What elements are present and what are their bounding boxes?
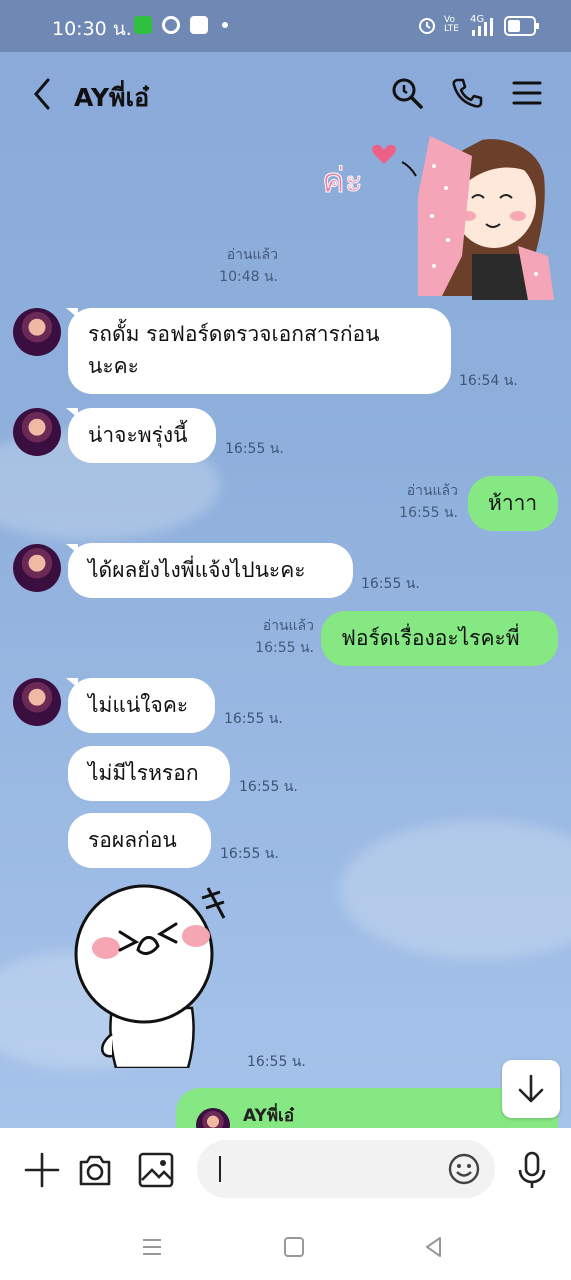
microphone-icon[interactable] [512,1150,552,1190]
sender-name: AYพี่เอ๋ [243,1106,295,1126]
arrow-down-icon [518,1074,544,1103]
camera-icon[interactable] [75,1150,115,1190]
message-bubble[interactable]: ไม่มีไรหรอก [68,746,230,801]
message-text: ฟอร์ดเรื่องอะไรคะพี่ [341,626,520,650]
message-time: 16:55 น. [255,640,314,656]
scroll-to-bottom-button[interactable] [502,1060,560,1118]
message-bubble[interactable]: รถดั้ม รอฟอร์ดตรวจเอกสารก่อน นะคะ [68,308,451,394]
message-time: 16:55 น. [225,441,284,457]
message-time: 16:55 น. [399,505,458,521]
search-icon[interactable] [390,76,424,110]
volte-label: Vo LTE [444,15,459,34]
plus-icon[interactable] [22,1150,62,1190]
message-time: 16:55 น. [247,1054,306,1070]
message-time: 16:55 น. [220,846,279,862]
contact-avatar[interactable] [13,544,61,592]
message-time: 16:54 น. [459,373,518,389]
message-bubble[interactable]: ได้ผลยังไงพี่แจ้งไปนะคะ [68,543,353,598]
signal-icon [472,18,493,36]
message-time: 10:48 น. [219,269,278,285]
line-notification-icon [134,16,152,34]
contact-avatar[interactable] [13,308,61,356]
menu-icon[interactable] [510,76,544,110]
laughing-sticker[interactable] [72,884,240,1068]
home-icon[interactable] [282,1235,306,1259]
read-receipt: อ่านแล้ว 16:55 น. [234,615,314,659]
message-text: นะคะ [88,354,139,378]
message-text: ไม่มีไรหรอก [88,761,199,785]
message-text: ไม่แน่ใจคะ [88,693,189,717]
message-bubble[interactable]: ฟอร์ดเรื่องอะไรคะพี่ [321,611,558,666]
chat-screen: 10:30 น. Vo LTE 4G AYพี่เอ๋ อ่านแล้ว 10:… [0,0,571,1280]
sticker-text: ค่ะ [322,161,363,201]
status-bar: 10:30 น. Vo LTE 4G [0,0,571,52]
message-bubble[interactable]: รอผลก่อน [68,813,211,868]
message-text: รอผลก่อน [88,828,177,852]
gmail-icon [190,16,208,34]
message-time: 16:55 น. [239,779,298,795]
system-nav-bar [0,1220,571,1280]
message-bubble[interactable]: ห้าาา [468,476,558,531]
chat-header: AYพี่เอ๋ [0,52,571,136]
image-icon[interactable] [136,1150,176,1190]
girl-sticker[interactable]: ค่ะ [322,136,554,300]
back-nav-icon[interactable] [422,1235,446,1259]
recent-apps-icon[interactable] [140,1235,164,1259]
message-text: ห้าาา [488,491,538,515]
status-time: 10:30 น. [52,18,132,40]
contact-avatar[interactable] [13,408,61,456]
emoji-icon[interactable] [447,1152,481,1186]
circle-notification-icon [162,16,180,34]
input-bar [0,1128,571,1220]
message-text: รถดั้ม รอฟอร์ดตรวจเอกสารก่อน [88,322,380,346]
battery-icon [504,16,539,36]
back-icon[interactable] [28,76,56,112]
message-text: น่าจะพรุ่งนี้ [88,423,188,447]
message-text: ได้ผลยังไงพี่แจ้งไปนะคะ [88,558,306,582]
message-bubble[interactable]: น่าจะพรุ่งนี้ [68,408,216,463]
chat-title: AYพี่เอ๋ [74,83,150,112]
alarm-icon [419,18,435,34]
message-input[interactable] [197,1140,495,1198]
contact-avatar[interactable] [13,678,61,726]
more-notifications-dot [222,22,228,28]
message-time: 16:55 น. [224,711,283,727]
message-time: 16:55 น. [361,576,420,592]
phone-icon[interactable] [450,76,484,110]
text-cursor [219,1156,221,1182]
read-receipt: อ่านแล้ว 16:55 น. [380,480,458,524]
read-receipt: อ่านแล้ว 10:48 น. [200,244,278,288]
message-bubble[interactable]: ไม่แน่ใจคะ [68,678,215,733]
